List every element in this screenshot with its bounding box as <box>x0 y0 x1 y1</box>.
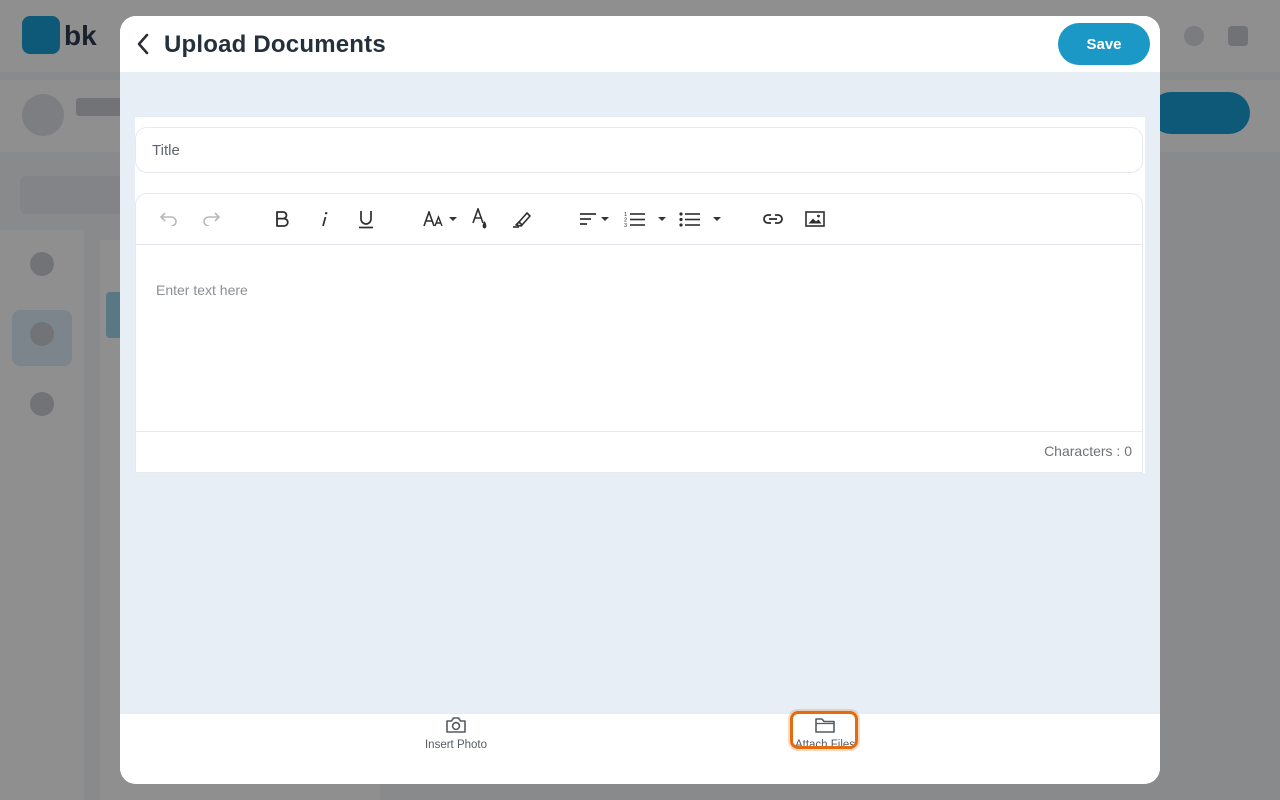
italic-button[interactable] <box>312 207 336 231</box>
highlight-icon <box>513 212 531 228</box>
link-button[interactable] <box>761 207 785 231</box>
title-input[interactable] <box>135 127 1143 173</box>
bullet-list-icon <box>679 212 700 227</box>
editor-toolbar: 1 2 3 <box>136 194 1142 245</box>
italic-icon <box>322 212 328 227</box>
text-color-icon <box>472 208 487 229</box>
svg-text:3: 3 <box>624 223 627 227</box>
bold-icon <box>276 211 289 227</box>
insert-photo-button[interactable]: Insert Photo <box>411 714 501 758</box>
editor-placeholder: Enter text here <box>156 282 248 298</box>
chevron-left-icon <box>137 33 149 55</box>
bold-button[interactable] <box>270 207 294 231</box>
editor-footer: Characters : 0 <box>136 431 1142 473</box>
redo-icon <box>203 212 221 226</box>
bottom-action-bar: Insert Photo Attach Files <box>120 711 1160 784</box>
upload-documents-modal: Upload Documents Save Title 1 2 3 Enter … <box>120 16 1160 784</box>
numbered-list-icon: 1 2 3 <box>624 212 645 227</box>
character-count: Characters : 0 <box>1044 443 1132 459</box>
font-size-dropdown-icon <box>449 217 457 221</box>
editor-content-area[interactable]: Enter text here <box>136 245 1142 431</box>
character-count-label: Characters : <box>1044 443 1125 459</box>
align-button[interactable] <box>578 207 610 231</box>
rich-text-editor: 1 2 3 Enter text here Characters: 0 <box>135 193 1143 473</box>
form-area: 1 2 3 <box>135 117 1145 473</box>
page-title: Upload Documents <box>164 31 386 58</box>
insert-image-button[interactable] <box>803 207 827 231</box>
underline-icon <box>359 210 373 228</box>
font-size-button[interactable] <box>422 207 458 231</box>
align-dropdown-icon <box>601 217 609 221</box>
numbered-list-dropdown-icon <box>658 217 666 221</box>
undo-icon <box>159 212 177 226</box>
insert-photo-label: Insert Photo <box>424 739 487 751</box>
image-icon <box>805 211 825 227</box>
attach-files-focus-ring <box>790 711 858 749</box>
back-button[interactable] <box>128 29 158 59</box>
modal-header: Upload Documents Save <box>120 16 1160 72</box>
undo-button[interactable] <box>156 207 182 231</box>
bullet-list-button[interactable] <box>679 207 721 231</box>
save-button[interactable]: Save <box>1058 23 1150 65</box>
camera-icon <box>446 717 466 733</box>
highlight-button[interactable] <box>510 207 534 231</box>
link-icon <box>763 214 783 224</box>
redo-button[interactable] <box>198 207 224 231</box>
character-count-value: 0 <box>1124 443 1132 459</box>
numbered-list-button[interactable]: 1 2 3 <box>624 207 666 231</box>
bullet-list-dropdown-icon <box>713 217 721 221</box>
font-size-icon <box>423 211 443 227</box>
underline-button[interactable] <box>354 207 378 231</box>
align-icon <box>580 213 596 225</box>
text-color-button[interactable] <box>468 207 492 231</box>
